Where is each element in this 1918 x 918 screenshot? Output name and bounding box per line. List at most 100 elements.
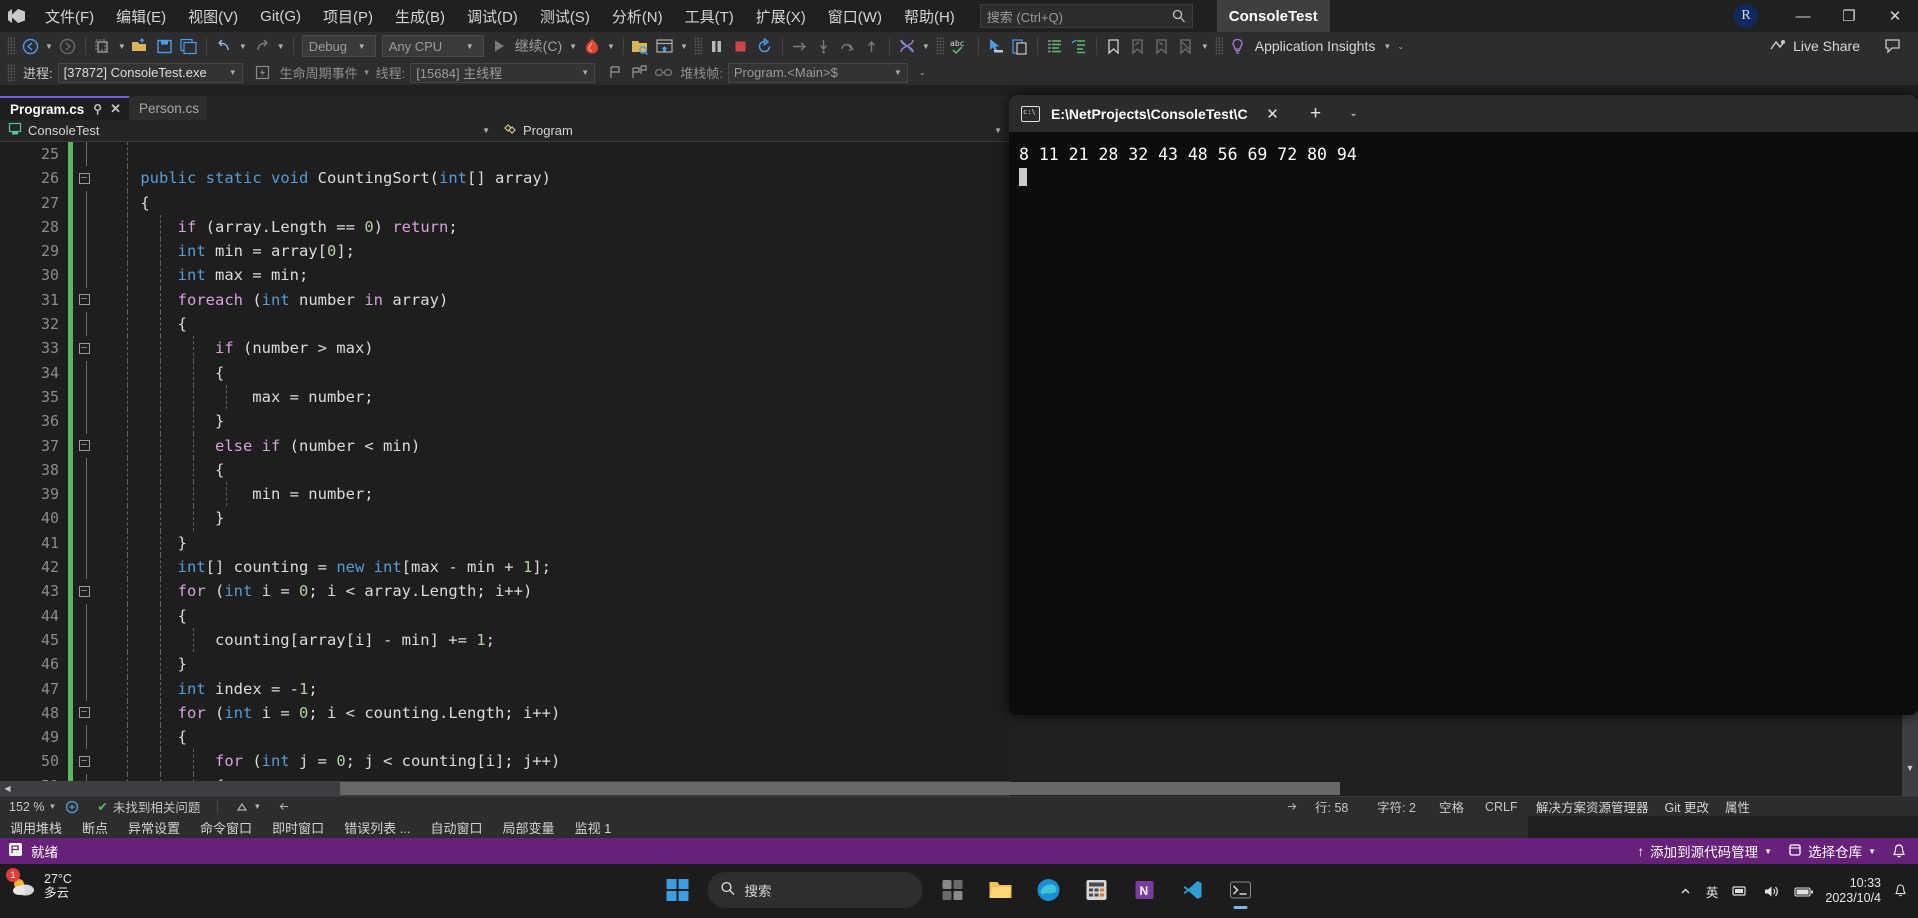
minimize-button[interactable]: — (1780, 0, 1826, 32)
continue-play-icon[interactable] (487, 34, 511, 58)
code-line[interactable]: 36 } (0, 409, 1010, 434)
code-line[interactable]: 49 { (0, 725, 1010, 750)
tab-program-cs[interactable]: Program.cs ⚲ ✕ (0, 96, 129, 120)
fold-glyph-column[interactable]: – (73, 294, 95, 306)
code-line[interactable]: 30 int max = min; (0, 263, 1010, 288)
start-button[interactable] (656, 868, 700, 912)
collapse-region-icon[interactable]: – (78, 756, 90, 768)
code-line[interactable]: 47 int index = -1; (0, 676, 1010, 701)
notification-center-icon[interactable] (1889, 883, 1912, 899)
console-output-body[interactable]: 8 11 21 28 32 43 48 56 69 72 80 94 (1009, 132, 1918, 715)
stackframe-combo[interactable]: Program.<Main>$ ▼ (727, 62, 908, 83)
hot-reload-icon[interactable] (580, 34, 604, 58)
fold-glyph-column[interactable] (73, 457, 95, 483)
fold-glyph-column[interactable]: – (73, 440, 95, 452)
code-line[interactable]: 43 – for (int i = 0; i < array.Length; i+… (0, 579, 1010, 604)
toolbar-grip-2[interactable] (693, 37, 702, 55)
code-line[interactable]: 35 max = number; (0, 384, 1010, 410)
lifecycle-dropdown-icon[interactable]: ▼ (363, 68, 371, 77)
editor-horizontal-scrollbar[interactable]: ◀ (0, 781, 1340, 796)
fold-glyph-column[interactable]: – (73, 756, 95, 768)
horizontal-scroll-thumb[interactable] (340, 782, 1340, 795)
code-line[interactable]: 29 int min = array[0]; (0, 239, 1010, 264)
menu-edit[interactable]: 编辑(E) (105, 0, 177, 32)
tool-tab-breakpoints[interactable]: 断点 (72, 816, 118, 838)
fold-glyph-column[interactable]: – (73, 585, 95, 597)
window-dropdown-icon[interactable]: ▼ (677, 42, 691, 51)
menu-git[interactable]: Git(G) (249, 0, 312, 32)
collapse-region-icon[interactable]: – (78, 172, 90, 184)
code-editor[interactable]: 25 26– public static void CountingSort(in… (0, 142, 1010, 796)
restart-icon[interactable] (753, 34, 777, 58)
tray-network-icon[interactable] (1725, 884, 1756, 898)
account-avatar[interactable]: R (1734, 4, 1758, 28)
code-line[interactable]: 26 – public static void CountingSort(int[… (0, 166, 1010, 191)
code-line[interactable]: 41 } (0, 530, 1010, 556)
navigate-backward-icon[interactable] (18, 34, 42, 58)
live-share-label[interactable]: Live Share (1789, 38, 1864, 54)
code-line[interactable]: 37 – else if (number < min) (0, 433, 1010, 458)
code-line[interactable]: 40 } (0, 506, 1010, 531)
fold-glyph-column[interactable] (73, 312, 95, 337)
collapse-region-icon[interactable]: – (78, 440, 90, 452)
collapse-region-icon[interactable]: – (78, 707, 90, 719)
dock-tab-git-changes[interactable]: Git 更改 (1657, 797, 1717, 816)
continue-label[interactable]: 继续(C) (511, 36, 566, 56)
tool-tab-immediate-window[interactable]: 即时窗口 (262, 816, 334, 838)
menu-tools[interactable]: 工具(T) (674, 0, 745, 32)
thread-combo[interactable]: [15684] 主线程 ▼ (410, 62, 596, 83)
application-insights-label[interactable]: Application Insights (1250, 38, 1381, 54)
debug-config-combo[interactable]: Debug ▼ (301, 35, 376, 57)
dock-tab-properties[interactable]: 属性 (1717, 797, 1758, 816)
browse-folder-icon[interactable] (629, 34, 653, 58)
feedback-icon[interactable] (1880, 34, 1904, 58)
maximize-button[interactable]: ❐ (1826, 0, 1872, 32)
comment-lines-icon[interactable] (1043, 34, 1067, 58)
console-output-window[interactable]: c:\ E:\NetProjects\ConsoleTest\C ✕ + ⌄ 8… (1009, 95, 1918, 715)
navigate-forward-icon[interactable] (56, 34, 80, 58)
clear-bookmarks-icon[interactable] (1174, 34, 1198, 58)
fold-glyph-column[interactable]: – (73, 172, 95, 184)
hot-reload-dropdown-icon[interactable]: ▼ (604, 42, 618, 51)
fold-glyph-column[interactable] (73, 676, 95, 701)
menu-test[interactable]: 测试(S) (529, 0, 601, 32)
navbar-type-dropdown[interactable]: Program ▼ (498, 120, 1010, 142)
menu-project[interactable]: 项目(P) (312, 0, 384, 32)
tab-person-cs[interactable]: Person.cs (129, 96, 208, 120)
tray-expand-icon[interactable] (1672, 885, 1699, 898)
lightbulb-insights-icon[interactable] (1226, 34, 1250, 58)
save-all-icon[interactable] (177, 34, 201, 58)
menu-extensions[interactable]: 扩展(X) (745, 0, 817, 32)
code-line[interactable]: 48 – for (int i = 0; i < counting.Length;… (0, 700, 1010, 726)
back-dropdown-icon[interactable]: ▼ (42, 42, 56, 51)
fold-glyph-column[interactable] (73, 555, 95, 580)
fold-glyph-column[interactable] (73, 190, 95, 215)
fold-glyph-column[interactable] (73, 360, 95, 385)
scroll-down-icon[interactable]: ▼ (1902, 760, 1918, 776)
redo-icon[interactable] (250, 34, 274, 58)
code-line[interactable]: 39 min = number; (0, 482, 1010, 507)
platform-combo[interactable]: Any CPU ▼ (381, 35, 484, 57)
pause-icon[interactable] (705, 34, 729, 58)
indentation-mode[interactable]: 空格 (1430, 797, 1476, 816)
tool-tab-command-window[interactable]: 命令窗口 (190, 816, 262, 838)
toolbar-grip[interactable] (7, 37, 15, 55)
fold-glyph-column[interactable] (73, 214, 95, 240)
undo-icon[interactable] (212, 34, 236, 58)
step-over-icon[interactable] (836, 34, 860, 58)
fold-glyph-column[interactable] (73, 263, 95, 288)
taskbar-widgets-icon[interactable] (931, 868, 975, 912)
status-bell-icon[interactable] (1884, 843, 1914, 859)
debug-toolbar-overflow-icon[interactable]: ⌄ (916, 68, 929, 77)
weather-widget[interactable]: 1 27°C 多云 (6, 868, 72, 901)
quick-search-input[interactable]: 搜索 (Ctrl+Q) (979, 4, 1193, 28)
bookmark-icon[interactable] (1102, 34, 1126, 58)
undo-dropdown-icon[interactable]: ▼ (236, 42, 250, 51)
zoom-dropdown-icon[interactable]: ▼ (48, 802, 56, 811)
console-tab-close-icon[interactable]: ✕ (1262, 103, 1284, 125)
fold-glyph-column[interactable] (73, 603, 95, 628)
spellcheck-abc-icon[interactable]: abc (947, 34, 973, 58)
step-into-icon[interactable] (812, 34, 836, 58)
console-new-tab-icon[interactable]: + (1304, 103, 1328, 125)
pin-icon[interactable]: ⚲ (93, 102, 102, 116)
